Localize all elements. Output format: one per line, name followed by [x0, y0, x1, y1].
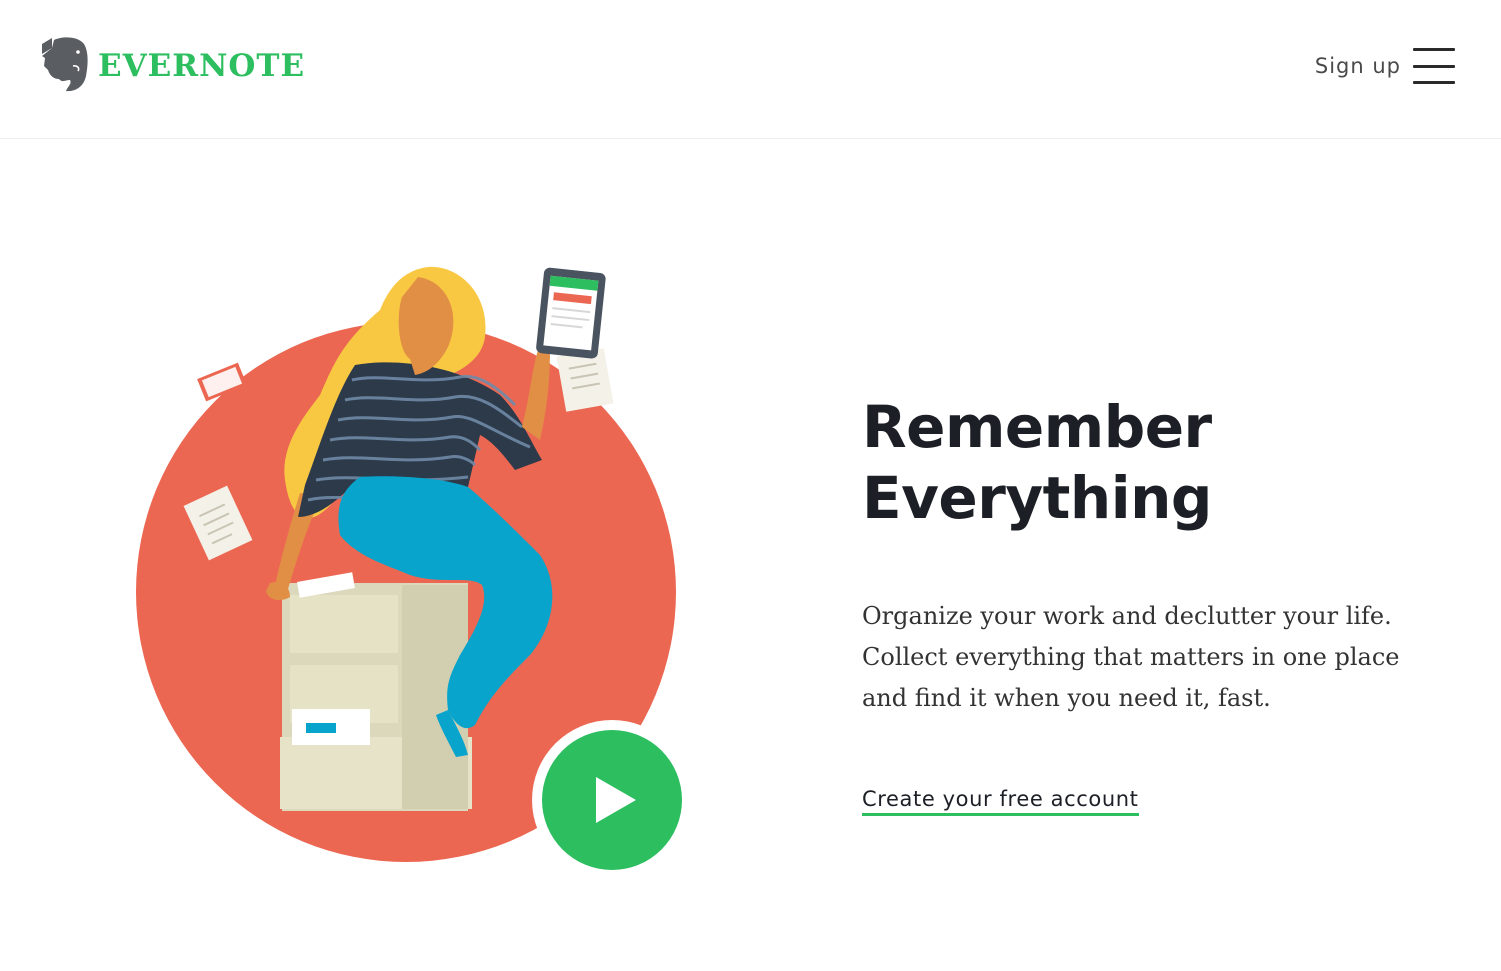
sign-up-link[interactable]: Sign up — [1315, 54, 1401, 78]
page: EVERNOTE Sign up Remember Everything Org… — [0, 0, 1501, 971]
play-button-circle — [542, 730, 682, 870]
description-line-1: Organize your work and declutter your li… — [862, 602, 1392, 630]
hero-text-block: Remember Everything Organize your work a… — [862, 392, 1462, 816]
menu-bar-top — [1413, 48, 1455, 51]
hero-description: Organize your work and declutter your li… — [862, 596, 1462, 719]
description-line-2: Collect everything that matters in one p… — [862, 643, 1400, 671]
hero-headline: Remember Everything — [862, 392, 1462, 534]
create-free-account-link[interactable]: Create your free account — [862, 787, 1139, 816]
site-header: EVERNOTE Sign up — [0, 0, 1501, 139]
hamburger-menu-button[interactable] — [1413, 48, 1455, 84]
headline-line-1: Remember — [862, 393, 1212, 461]
filing-cabinet — [280, 572, 472, 811]
play-video-button[interactable] — [532, 720, 692, 880]
header-actions: Sign up — [1315, 48, 1455, 84]
evernote-elephant-icon — [42, 37, 88, 92]
brand-wordmark: EVERNOTE — [98, 47, 306, 84]
menu-bar-bottom — [1413, 81, 1455, 84]
headline-line-2: Everything — [862, 464, 1212, 532]
play-icon — [596, 777, 636, 823]
description-line-3: and find it when you need it, fast. — [862, 684, 1271, 712]
tablet — [536, 267, 606, 359]
evernote-logo-link[interactable]: EVERNOTE — [42, 36, 305, 94]
menu-bar-middle — [1413, 64, 1455, 68]
